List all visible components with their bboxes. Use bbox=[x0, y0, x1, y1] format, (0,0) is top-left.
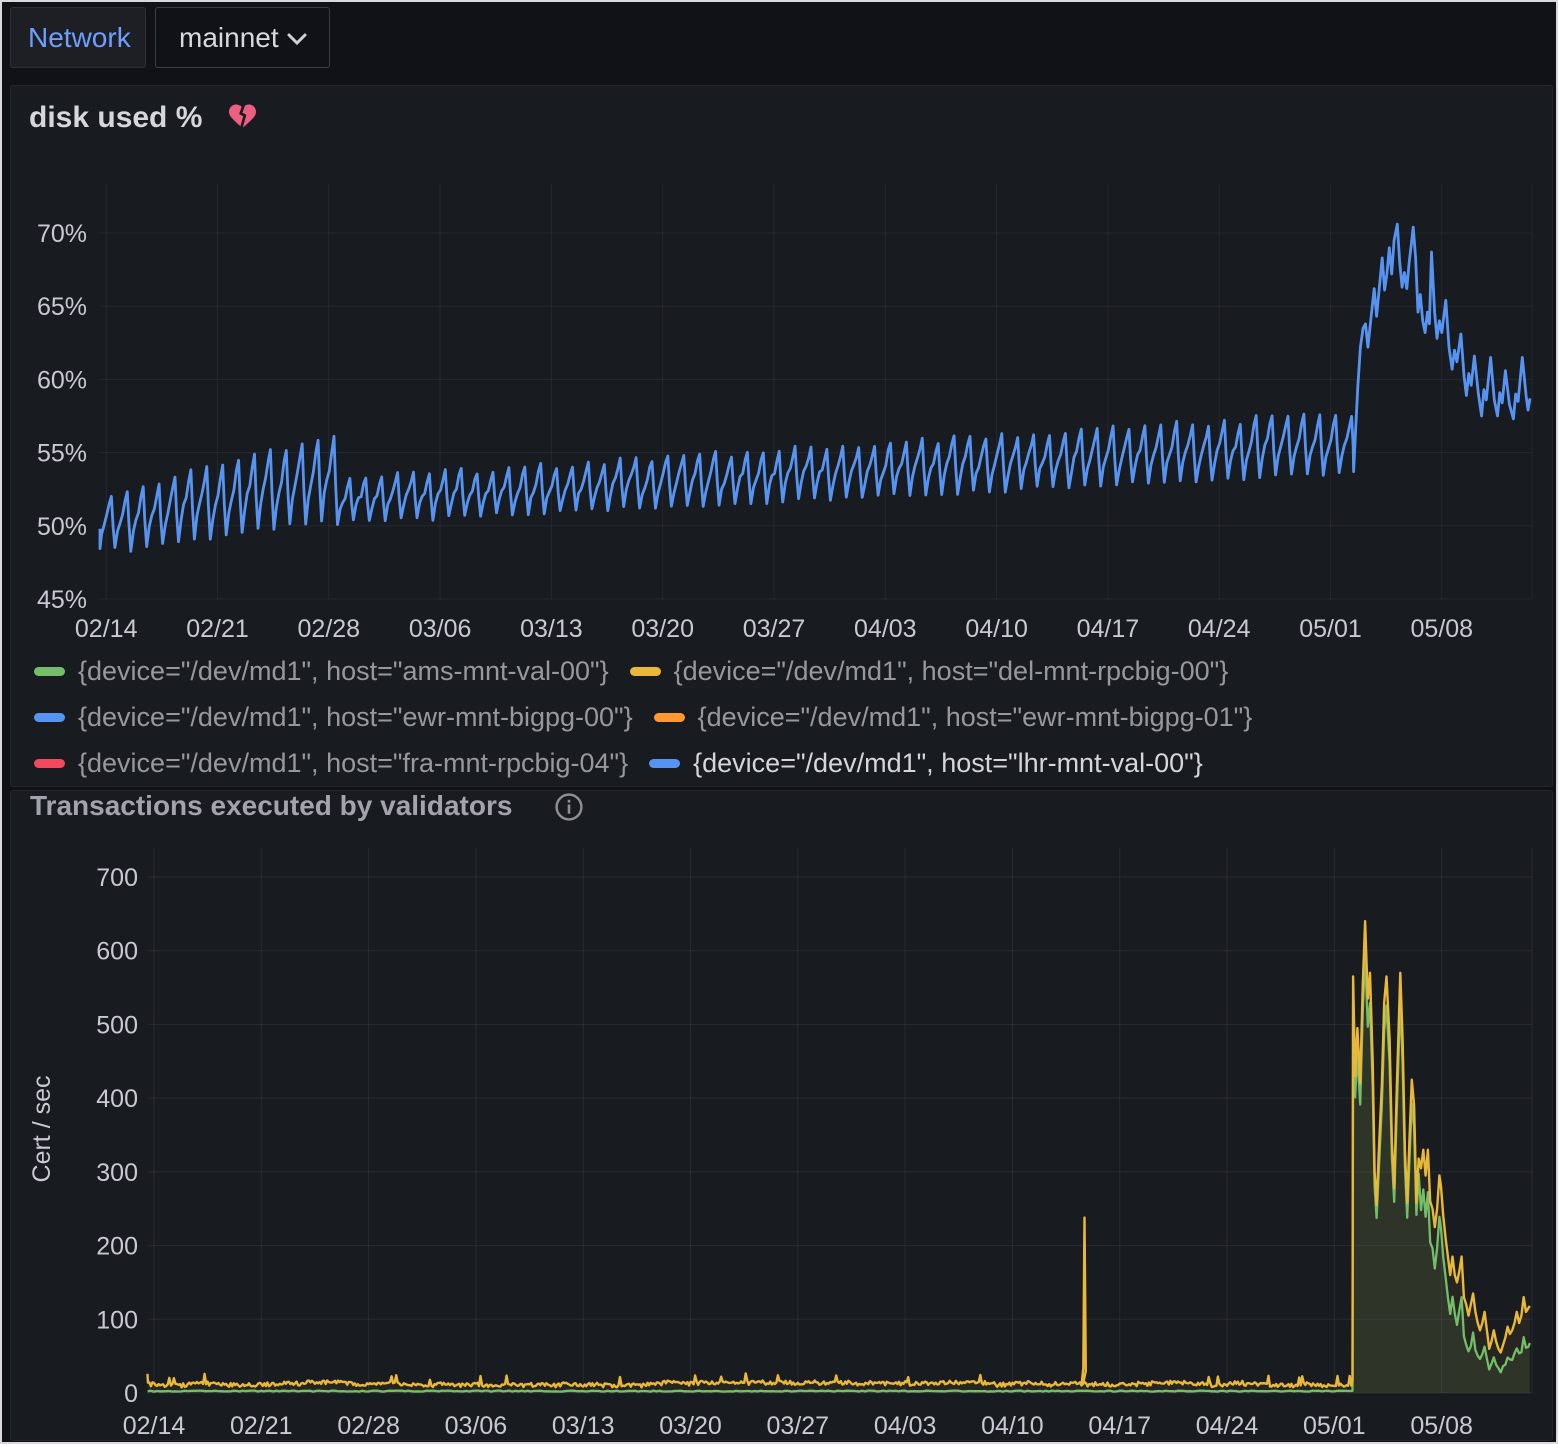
svg-text:400: 400 bbox=[96, 1085, 138, 1113]
svg-text:04/17: 04/17 bbox=[1077, 615, 1140, 643]
svg-text:03/27: 03/27 bbox=[743, 615, 806, 643]
svg-text:04/17: 04/17 bbox=[1088, 1412, 1151, 1440]
svg-text:50%: 50% bbox=[37, 513, 87, 541]
svg-text:02/21: 02/21 bbox=[230, 1412, 293, 1440]
svg-text:45%: 45% bbox=[37, 586, 87, 614]
svg-text:04/10: 04/10 bbox=[965, 615, 1028, 643]
svg-text:03/06: 03/06 bbox=[445, 1412, 508, 1440]
svg-text:02/14: 02/14 bbox=[123, 1412, 186, 1440]
svg-text:Cert / sec: Cert / sec bbox=[28, 1076, 56, 1183]
svg-text:500: 500 bbox=[96, 1011, 138, 1039]
svg-text:03/20: 03/20 bbox=[659, 1412, 722, 1440]
svg-text:04/24: 04/24 bbox=[1196, 1412, 1259, 1440]
svg-text:02/28: 02/28 bbox=[298, 615, 361, 643]
svg-text:02/28: 02/28 bbox=[337, 1412, 400, 1440]
svg-text:03/27: 03/27 bbox=[767, 1412, 830, 1440]
svg-text:65%: 65% bbox=[37, 293, 87, 321]
svg-text:70%: 70% bbox=[37, 220, 87, 248]
svg-text:200: 200 bbox=[96, 1233, 138, 1261]
svg-text:55%: 55% bbox=[37, 440, 87, 468]
svg-text:03/06: 03/06 bbox=[409, 615, 472, 643]
svg-text:03/13: 03/13 bbox=[520, 615, 583, 643]
svg-text:05/01: 05/01 bbox=[1299, 615, 1362, 643]
svg-text:04/24: 04/24 bbox=[1188, 615, 1251, 643]
svg-text:60%: 60% bbox=[37, 366, 87, 394]
svg-text:05/01: 05/01 bbox=[1303, 1412, 1366, 1440]
svg-text:05/08: 05/08 bbox=[1411, 615, 1474, 643]
svg-text:04/03: 04/03 bbox=[874, 1412, 937, 1440]
svg-text:03/13: 03/13 bbox=[552, 1412, 615, 1440]
svg-text:04/10: 04/10 bbox=[981, 1412, 1044, 1440]
svg-text:02/21: 02/21 bbox=[186, 615, 249, 643]
svg-text:100: 100 bbox=[96, 1306, 138, 1334]
svg-text:0: 0 bbox=[124, 1380, 138, 1408]
svg-text:600: 600 bbox=[96, 938, 138, 966]
svg-text:02/14: 02/14 bbox=[75, 615, 138, 643]
svg-text:03/20: 03/20 bbox=[631, 615, 694, 643]
svg-text:300: 300 bbox=[96, 1159, 138, 1187]
svg-text:05/08: 05/08 bbox=[1410, 1412, 1473, 1440]
svg-text:04/03: 04/03 bbox=[854, 615, 917, 643]
svg-text:700: 700 bbox=[96, 864, 138, 892]
